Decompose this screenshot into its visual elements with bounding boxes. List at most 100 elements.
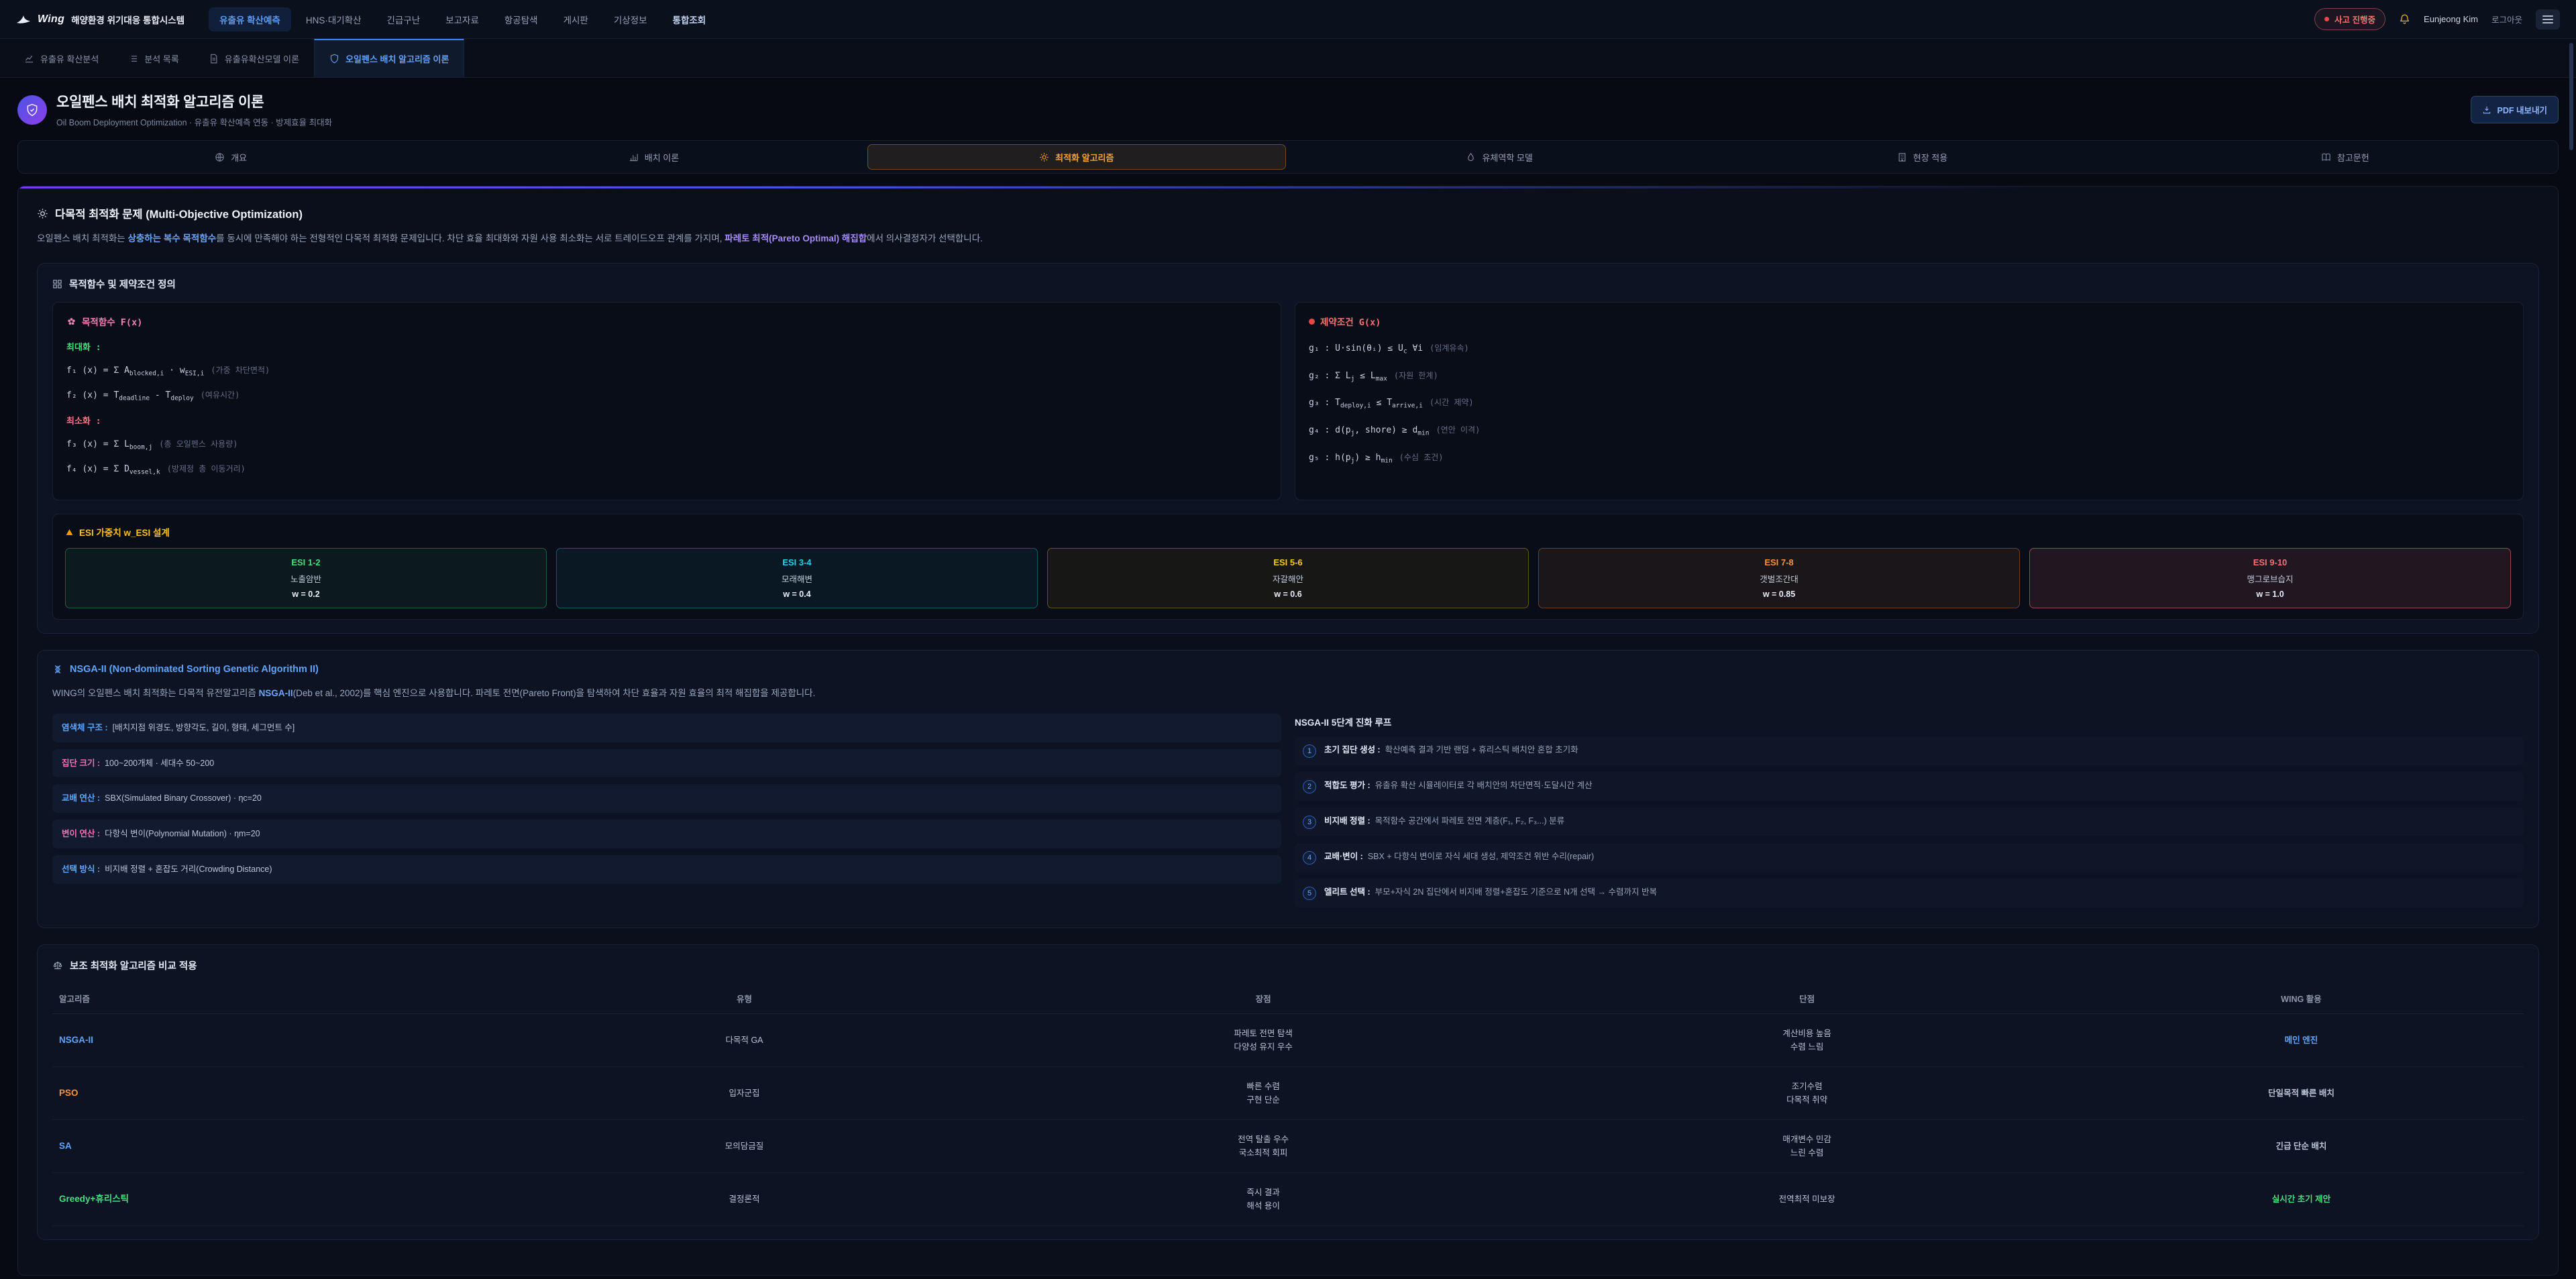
scrollbar-thumb[interactable]: [2569, 43, 2573, 150]
param-selection: 선택 방식 :비지배 정렬 + 혼잡도 거리(Crowding Distance…: [52, 855, 1281, 884]
content-area: 다목적 최적화 문제 (Multi-Objective Optimization…: [17, 186, 2559, 1276]
bar-chart-icon: [629, 152, 639, 162]
gear-icon: [37, 208, 48, 219]
section-tab-hydrodynamics-model[interactable]: 유체역학 모델: [1290, 144, 1709, 170]
moo-intro-paragraph: 오일펜스 배치 최적화는 상충하는 복수 목적함수를 동시에 만족해야 하는 전…: [37, 231, 2539, 247]
objective-panel-title: 목적함수 F(x): [66, 315, 1267, 328]
nav-item-integrated-search[interactable]: 통합조회: [662, 7, 717, 32]
loop-step-2: 2 적합도 평가 :유출유 확산 시뮬레이터로 각 배치안의 차단면적·도달시간…: [1295, 772, 2524, 801]
nav-item-reports[interactable]: 보고자료: [435, 7, 490, 32]
logout-button[interactable]: 로그아웃: [2491, 13, 2522, 25]
loop-step-5: 5 엘리트 선택 :부모+자식 2N 집단에서 비지배 정렬+혼잡도 기준으로 …: [1295, 879, 2524, 907]
nav-item-aerial-search[interactable]: 항공탐색: [494, 7, 549, 32]
step-number-badge: 5: [1303, 887, 1316, 900]
highlight-conflicting-objectives: 상충하는 복수 목적함수: [127, 233, 216, 243]
esi-card-5-6: ESI 5-6 자갈해안 w = 0.6: [1047, 548, 1529, 608]
esi-weight-panel: ESI 가중치 w_ESI 설계 ESI 1-2 노출암반 w = 0.2 ES…: [52, 514, 2524, 620]
tabbar: 유출유 확산분석 분석 목록 유출유확산모델 이론 오일펜스 배치 알고리즘 이…: [0, 39, 2576, 78]
gear-icon: [1039, 152, 1049, 162]
page-header: 오일펜스 배치 최적화 알고리즘 이론 Oil Boom Deployment …: [0, 78, 2576, 137]
book-icon: [2321, 152, 2331, 162]
col-header-pros: 장점: [991, 983, 1535, 1014]
col-header-wing-usage: WING 활용: [2079, 983, 2524, 1014]
formula-f3: f₃ (x) = Σ Lboom,j(총 오일펜스 사용량): [66, 438, 1267, 451]
shield-icon: [329, 54, 339, 64]
section-tab-overview[interactable]: 개요: [21, 144, 440, 170]
topbar: Wing 해양환경 위기대응 통합시스템 유출유 확산예측 HNS·대기확산 긴…: [0, 0, 2576, 39]
constraint-panel: 제약조건 G(x) g₁ : U·sin(θᵢ) ≤ Uc ∀i(임계유속) g…: [1295, 302, 2524, 500]
step-number-badge: 3: [1303, 816, 1316, 829]
step-number-badge: 1: [1303, 744, 1316, 758]
constraint-g4: g₄ : d(pj, shore) ≥ dmin(연안 이격): [1309, 424, 2510, 437]
shield-icon: [17, 95, 47, 125]
objective-function-panel: 목적함수 F(x) 최대화 : f₁ (x) = Σ Ablocked,i · …: [52, 302, 1281, 500]
hamburger-menu-icon[interactable]: [2536, 9, 2560, 30]
table-row-greedy: Greedy+휴리스틱 결정론적 즉시 결과 해석 용이 전역최적 미보장 실시…: [52, 1172, 2524, 1225]
section-tab-optimization-algorithm[interactable]: 최적화 알고리즘: [867, 144, 1286, 170]
red-dot-icon: [1309, 319, 1315, 325]
esi-card-7-8: ESI 7-8 갯벌조간대 w = 0.85: [1538, 548, 2020, 608]
tab-diffusion-model-theory[interactable]: 유출유확산모델 이론: [194, 39, 314, 77]
nav-item-board[interactable]: 게시판: [553, 7, 599, 32]
loop-title: NSGA-II 5단계 진화 루프: [1295, 715, 2524, 728]
nsga-intro-paragraph: WING의 오일펜스 배치 최적화는 다목적 유전알고리즘 NSGA-II(De…: [52, 685, 2524, 702]
constraint-g2: g₂ : Σ Lj ≤ Lmax(자원 한계): [1309, 370, 2510, 383]
comparison-table: 알고리즘 유형 장점 단점 WING 활용 NSGA-II 다목적 GA 파레토…: [52, 983, 2524, 1226]
brand-name: Wing: [38, 13, 64, 25]
table-row-sa: SA 모의담금질 전역 탈출 우수 국소최적 회피 매개변수 민감 느린 수렴 …: [52, 1119, 2524, 1172]
esi-card-1-2: ESI 1-2 노출암반 w = 0.2: [65, 548, 547, 608]
esi-card-9-10: ESI 9-10 맹그로브습지 w = 1.0: [2029, 548, 2511, 608]
triangle-icon: [65, 528, 74, 537]
table-row-nsga: NSGA-II 다목적 GA 파레토 전면 탐색 다양성 유지 우수 계산비용 …: [52, 1013, 2524, 1066]
topbar-right: 사고 진행중 Eunjeong Kim 로그아웃: [2314, 8, 2560, 30]
formula-f2: f₂ (x) = Tdeadline - Tdeploy(여유시간): [66, 389, 1267, 402]
param-population: 집단 크기 :100~200개체 · 세대수 50~200: [52, 749, 1281, 778]
nav-item-rescue[interactable]: 긴급구난: [376, 7, 431, 32]
pdf-export-button[interactable]: PDF 내보내기: [2471, 96, 2559, 123]
algorithm-comparison-card: 보조 최적화 알고리즘 비교 적용 알고리즘 유형 장점 단점 WING 활용 …: [37, 944, 2539, 1240]
nsga-parameter-list: 염색체 구조 :[배치지점 위경도, 방향각도, 길이, 형태, 세그먼트 수]…: [52, 714, 1281, 914]
constraint-g1: g₁ : U·sin(θᵢ) ≤ Uc ∀i(임계유속): [1309, 342, 2510, 355]
wing-logo-icon: [16, 14, 31, 24]
system-name: 해양환경 위기대응 통합시스템: [71, 13, 184, 26]
col-header-cons: 단점: [1535, 983, 2078, 1014]
loop-step-3: 3 비지배 정렬 :목적함수 공간에서 파레토 전면 계층(F₁, F₂, F₃…: [1295, 808, 2524, 836]
esi-card-3-4: ESI 3-4 모래해변 w = 0.4: [556, 548, 1038, 608]
objective-constraint-card: 목적함수 및 제약조건 정의 목적함수 F(x) 최대화 : f₁ (x) = …: [37, 263, 2539, 634]
nsga-card: NSGA-II (Non-dominated Sorting Genetic A…: [37, 650, 2539, 928]
globe-icon: [215, 152, 225, 162]
section-tab-deployment-theory[interactable]: 배치 이론: [444, 144, 863, 170]
tab-analysis-list[interactable]: 분석 목록: [113, 39, 193, 77]
constraint-panel-title: 제약조건 G(x): [1309, 315, 2510, 328]
nav-item-spill-prediction[interactable]: 유출유 확산예측: [209, 7, 291, 32]
nsga-card-title: NSGA-II (Non-dominated Sorting Genetic A…: [52, 664, 2524, 675]
building-icon: [1897, 152, 1907, 162]
nav-item-hns[interactable]: HNS·대기확산: [295, 7, 372, 32]
param-chromosome: 염색체 구조 :[배치지점 위경도, 방향각도, 길이, 형태, 세그먼트 수]: [52, 714, 1281, 742]
user-name: Eunjeong Kim: [2424, 14, 2478, 24]
page-subtitle: Oil Boom Deployment Optimization · 유출유 확…: [56, 115, 332, 128]
tab-spill-analysis[interactable]: 유출유 확산분석: [9, 39, 113, 77]
table-header-row: 알고리즘 유형 장점 단점 WING 활용: [52, 983, 2524, 1014]
constraint-g5: g₅ : h(pj) ≥ hmin(수심 조건): [1309, 451, 2510, 465]
comparison-card-title: 보조 최적화 알고리즘 비교 적용: [52, 958, 2524, 972]
col-header-type: 유형: [497, 983, 991, 1014]
bell-icon[interactable]: [2399, 13, 2410, 25]
scale-icon: [52, 960, 63, 970]
esi-panel-title: ESI 가중치 w_ESI 설계: [65, 525, 2511, 539]
loop-step-4: 4 교배·변이 :SBX + 다항식 변이로 자식 세대 생성, 제약조건 위반…: [1295, 843, 2524, 872]
formula-f4: f₄ (x) = Σ Dvessel,k(방제정 총 이동거리): [66, 463, 1267, 476]
table-row-pso: PSO 입자군집 빠른 수렴 구현 단순 조기수렴 다목적 취약 단일목적 빠른…: [52, 1066, 2524, 1119]
line-chart-icon: [24, 54, 34, 64]
nav-item-weather[interactable]: 기상정보: [603, 7, 658, 32]
param-mutation: 변이 연산 :다항식 변이(Polynomial Mutation) · ηm=…: [52, 820, 1281, 848]
section-tab-references[interactable]: 참고문헌: [2136, 144, 2555, 170]
main-nav: 유출유 확산예측 HNS·대기확산 긴급구난 보고자료 항공탐색 게시판 기상정…: [209, 7, 716, 32]
tab-boom-algorithm-theory[interactable]: 오일펜스 배치 알고리즘 이론: [314, 39, 464, 77]
highlight-pareto-optimal: 파레토 최적(Pareto Optimal) 해집합: [724, 233, 867, 243]
flower-icon: [66, 317, 76, 327]
section-tabs: 개요 배치 이론 최적화 알고리즘 유체역학 모델 현장 적용 참고문헌: [17, 140, 2559, 174]
section-tab-field-application[interactable]: 현장 적용: [1713, 144, 2131, 170]
section-heading-moo: 다목적 최적화 문제 (Multi-Objective Optimization…: [37, 205, 2539, 221]
droplet-icon: [1466, 152, 1476, 162]
